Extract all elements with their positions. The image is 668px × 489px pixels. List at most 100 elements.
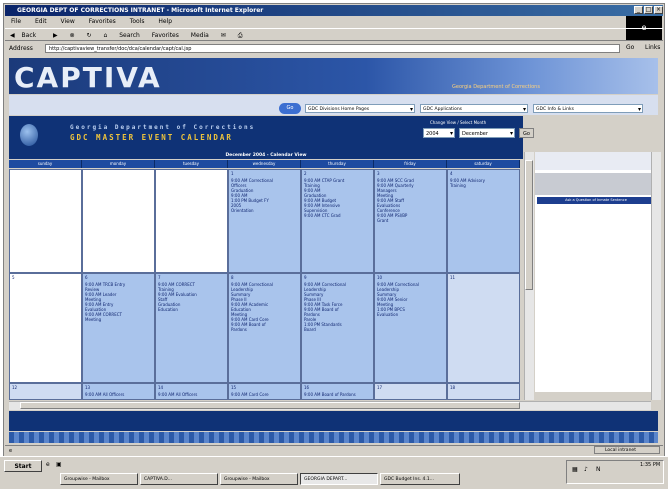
home-icon[interactable]: ⌂ — [103, 32, 107, 39]
menu-tools[interactable]: Tools — [130, 18, 145, 25]
calendar-day-cell[interactable]: 6 9:00 AM TRCB Entry Review 9:00 AM Leader M… — [82, 273, 155, 383]
calendar-day-cell[interactable]: 2 9:00 AM CTAP Grant Training 9:00 AM Gradua… — [301, 169, 374, 273]
calendar-scroll-thumb[interactable] — [525, 160, 533, 290]
day-number[interactable]: 15 — [231, 385, 298, 390]
tray-network-icon[interactable]: ▦ — [572, 466, 578, 473]
weekday-sunday: sunday — [9, 160, 82, 168]
maximize-icon[interactable]: □ — [644, 6, 653, 14]
minimize-icon[interactable]: _ — [634, 6, 643, 14]
day-number[interactable]: 8 — [231, 275, 298, 280]
tray-volume-icon[interactable]: ♪ — [584, 466, 588, 473]
calendar-day-cell[interactable]: 4 9:00 AM Advisory Training — [447, 169, 520, 273]
menu-favorites[interactable]: Favorites — [89, 18, 116, 25]
calendar-event[interactable]: Orientation — [231, 208, 298, 213]
menu-help[interactable]: Help — [158, 18, 172, 25]
back-button[interactable]: ◀ Back — [10, 32, 41, 39]
calendar-event[interactable]: Training — [450, 183, 517, 188]
refresh-icon[interactable]: ↻ — [87, 32, 92, 39]
links-button[interactable]: Links — [645, 44, 660, 51]
address-label: Address — [9, 45, 33, 52]
day-number[interactable]: 16 — [304, 385, 371, 390]
quicklaunch-ie-icon[interactable]: e — [46, 461, 50, 468]
calendar-day-cell[interactable]: 11 — [447, 273, 520, 383]
calendar-day-cell[interactable]: 15 9:00 AM Card Core — [228, 383, 301, 400]
day-number[interactable]: 9 — [304, 275, 371, 280]
day-number[interactable]: 18 — [450, 385, 517, 390]
calendar-event[interactable]: Grant — [377, 218, 444, 223]
menu-view[interactable]: View — [61, 18, 75, 25]
calendar-event[interactable]: 9:00 AM All Officers — [85, 392, 152, 397]
task-captiva[interactable]: CAPTIVA.D... — [140, 473, 218, 485]
security-zone: Local intranet — [594, 446, 660, 454]
day-number[interactable]: 2 — [304, 171, 371, 176]
media-button[interactable]: Media — [191, 32, 209, 39]
task-groupwise-2[interactable]: Groupwise - Mailbox — [220, 473, 298, 485]
tray-antivirus-icon[interactable]: N — [596, 466, 601, 473]
calendar-day-cell[interactable]: 7 9:00 AM CORRECT Training 9:00 AM Evaluati… — [155, 273, 228, 383]
horizontal-scroll-thumb[interactable] — [20, 402, 520, 409]
favorites-button[interactable]: Favorites — [152, 32, 179, 39]
menu-edit[interactable]: Edit — [35, 18, 47, 25]
view-go-button[interactable]: Go — [519, 128, 534, 138]
day-number[interactable]: 13 — [85, 385, 152, 390]
calendar-day-cell[interactable]: 18 — [447, 383, 520, 400]
day-number[interactable]: 11 — [450, 275, 517, 280]
calendar-event[interactable]: 9:00 AM CTC Grad — [304, 213, 371, 218]
day-number[interactable]: 7 — [158, 275, 225, 280]
day-number[interactable]: 4 — [450, 171, 517, 176]
calendar-event[interactable]: 9:00 AM Card Core — [231, 392, 298, 397]
calendar-event[interactable]: Pardons — [231, 327, 298, 332]
go-button[interactable]: Go — [626, 44, 634, 51]
menu-file[interactable]: File — [11, 18, 21, 25]
calendar-day-cell[interactable]: 8 9:00 AM Correctional Leadership Summary Ph… — [228, 273, 301, 383]
mail-icon[interactable]: ✉ — [221, 32, 226, 39]
calendar-day-cell[interactable]: 3 9:00 AM SCC Grad 9:00 AM Quarterly Manage… — [374, 169, 447, 273]
year-select[interactable]: 2004 — [423, 128, 455, 138]
divisions-select[interactable]: GDC Divisions Home Pages — [305, 104, 415, 113]
day-number[interactable]: 12 — [12, 385, 79, 390]
day-number[interactable]: 5 — [12, 275, 79, 280]
calendar-day-cell[interactable]: 14 9:00 AM All Officers — [155, 383, 228, 400]
view-label: Change View / Select Month — [430, 120, 487, 125]
address-input[interactable]: http://captivaview_transfer/doc/dca/cale… — [45, 44, 620, 53]
day-number[interactable]: 14 — [158, 385, 225, 390]
calendar-event[interactable]: 9:00 AM All Officers — [158, 392, 225, 397]
stop-icon[interactable]: ⊗ — [70, 32, 75, 39]
ie-status-icon: e — [9, 448, 13, 454]
start-button[interactable]: Start — [4, 460, 42, 472]
task-gdc-budget[interactable]: GDC Budget Ins. 4.1... — [380, 473, 460, 485]
calendar-event[interactable]: Evaluation — [377, 312, 444, 317]
search-button[interactable]: Search — [119, 32, 140, 39]
calendar-day-cell[interactable]: 10 9:00 AM Correctional Leadership Summary 9… — [374, 273, 447, 383]
page-scrollbar[interactable] — [651, 152, 661, 400]
calendar-day-cell[interactable]: 9 9:00 AM Correctional Leadership Summary Ph… — [301, 273, 374, 383]
close-icon[interactable]: × — [654, 6, 663, 14]
quicklaunch-desktop-icon[interactable]: ▣ — [56, 461, 62, 468]
calendar-event[interactable]: Education — [158, 307, 225, 312]
month-select[interactable]: December — [459, 128, 515, 138]
gdc-seal-icon — [20, 124, 38, 146]
day-number[interactable]: 17 — [377, 385, 444, 390]
print-icon[interactable]: ⎙ — [238, 32, 243, 39]
calendar-day-cell[interactable]: 12 — [9, 383, 82, 400]
calendar-day-cell[interactable]: 16 9:00 AM Board of Pardons — [301, 383, 374, 400]
day-number[interactable]: 10 — [377, 275, 444, 280]
captiva-logo: CAPTIVA — [14, 61, 162, 94]
nav-go-icon[interactable]: Go — [279, 103, 301, 114]
task-georgia-depart[interactable]: GEORGIA DEPART... — [300, 473, 378, 485]
calendar-event[interactable]: 9:00 AM Board of Pardons — [304, 392, 371, 397]
forward-icon[interactable]: ▶ — [53, 32, 58, 39]
calendar-day-cell[interactable]: 5 — [9, 273, 82, 383]
calendar-event[interactable]: Board — [304, 327, 371, 332]
day-number[interactable]: 1 — [231, 171, 298, 176]
info-links-select[interactable]: GDC Info & Links — [533, 104, 643, 113]
calendar-day-cell[interactable]: 17 — [374, 383, 447, 400]
calendar-day-cell[interactable]: 13 9:00 AM All Officers — [82, 383, 155, 400]
ask-question-button[interactable]: Ask a Question of Inmate Sentence — [537, 197, 655, 204]
calendar-day-cell[interactable]: 1 9:00 AM Correctional Officers Graduation 9… — [228, 169, 301, 273]
applications-select[interactable]: GDC Applications — [420, 104, 528, 113]
calendar-event[interactable]: Meeting — [85, 317, 152, 322]
day-number[interactable]: 6 — [85, 275, 152, 280]
day-number[interactable]: 3 — [377, 171, 444, 176]
task-groupwise-1[interactable]: Groupwise - Mailbox — [60, 473, 138, 485]
